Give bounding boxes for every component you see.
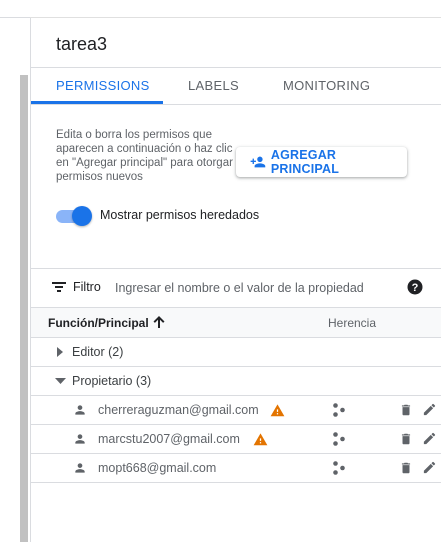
person-icon xyxy=(75,463,85,473)
edit-icon[interactable] xyxy=(422,460,437,475)
info-panel: tarea3 PERMISSIONS LABELS MONITORING Edi… xyxy=(30,18,441,542)
table-row: cherreraguzman@gmail.com xyxy=(31,396,441,425)
show-inherited-toggle[interactable] xyxy=(56,206,92,226)
left-toolbar xyxy=(0,0,30,18)
member-email: mopt668@gmail.com xyxy=(98,461,217,475)
role-group-label: Propietario (3) xyxy=(72,374,152,388)
active-tab-indicator xyxy=(31,101,163,104)
caret-right-icon[interactable] xyxy=(55,347,65,357)
role-group-owner[interactable]: Propietario (3) xyxy=(31,367,441,396)
filter-icon xyxy=(52,282,66,292)
member-email: marcstu2007@gmail.com xyxy=(98,432,240,446)
filter-label: Filtro xyxy=(73,280,101,294)
filter-input[interactable] xyxy=(115,275,395,301)
member-email: cherreraguzman@gmail.com xyxy=(98,403,259,417)
inheritance-icon[interactable] xyxy=(332,461,346,475)
toggle-thumb xyxy=(72,206,92,226)
help-icon[interactable]: ? xyxy=(407,279,423,295)
warning-icon[interactable] xyxy=(270,403,285,417)
role-group-label: Editor (2) xyxy=(72,345,124,359)
table-header: Función/Principal Herencia xyxy=(31,307,441,338)
inheritance-icon[interactable] xyxy=(332,403,346,417)
svg-text:?: ? xyxy=(412,282,419,294)
role-group-editor[interactable]: Editor (2) xyxy=(31,338,441,367)
add-principal-button[interactable]: AGREGAR PRINCIPAL xyxy=(236,147,407,177)
tab-monitoring[interactable]: MONITORING xyxy=(283,68,370,104)
delete-icon[interactable] xyxy=(399,461,413,475)
tab-permissions[interactable]: PERMISSIONS xyxy=(56,68,150,104)
column-header-inheritance: Herencia xyxy=(328,316,377,330)
permissions-description: Edita o borra los permisos que aparecen … xyxy=(56,129,233,183)
resource-title: tarea3 xyxy=(56,34,108,54)
delete-icon[interactable] xyxy=(399,403,413,417)
show-inherited-label: Mostrar permisos heredados xyxy=(100,208,260,222)
table-row: marcstu2007@gmail.com xyxy=(31,425,441,454)
delete-icon[interactable] xyxy=(399,432,413,446)
edit-icon[interactable] xyxy=(422,431,437,446)
person-icon xyxy=(75,405,85,415)
arrow-up-icon[interactable] xyxy=(152,315,166,329)
filter-bar: Filtro ? xyxy=(31,269,441,307)
tab-labels[interactable]: LABELS xyxy=(188,68,239,104)
caret-down-icon[interactable] xyxy=(55,376,66,386)
add-principal-label: AGREGAR PRINCIPAL xyxy=(270,148,340,176)
edit-icon[interactable] xyxy=(422,402,437,417)
tab-bar: PERMISSIONS LABELS MONITORING xyxy=(31,68,441,105)
table-row: mopt668@gmail.com xyxy=(31,454,441,483)
person-icon xyxy=(75,434,85,444)
column-header-principal[interactable]: Función/Principal xyxy=(48,316,149,330)
scrollbar[interactable] xyxy=(20,75,28,542)
person-add-icon xyxy=(250,156,266,168)
inheritance-icon[interactable] xyxy=(332,432,346,446)
warning-icon[interactable] xyxy=(253,432,268,446)
